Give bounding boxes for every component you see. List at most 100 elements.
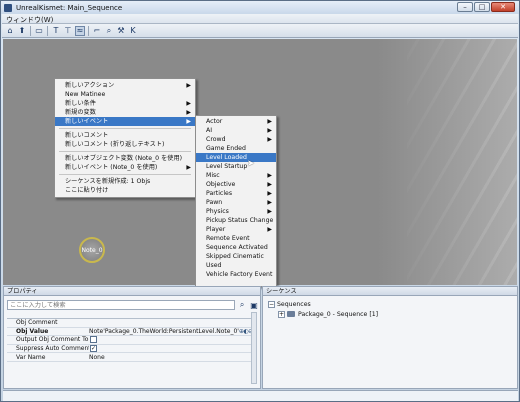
event-item-pickup-status-change[interactable]: Pickup Status Change: [196, 216, 276, 225]
tree-item-package-sequence[interactable]: + Package_0 - Sequence [1]: [278, 309, 378, 319]
search-icon[interactable]: ⌕: [104, 26, 114, 36]
submenu-arrow-icon: ▶: [267, 136, 272, 143]
submenu-arrow-icon: ▶: [186, 100, 191, 107]
submenu-arrow-icon: ▶: [267, 118, 272, 125]
event-item-game-ended[interactable]: Game Ended: [196, 144, 276, 153]
suppress-auto-comment-checkbox[interactable]: ✓: [90, 345, 97, 353]
menu-item-label: Sequence Activated: [206, 244, 268, 251]
event-item-player[interactable]: Player ▶: [196, 225, 276, 234]
menu-item-label: Actor: [206, 118, 223, 125]
menu-item-label: Player: [206, 226, 226, 233]
sequence-tree: − Sequences + Package_0 - Sequence [1]: [268, 299, 378, 319]
event-item-objective[interactable]: Objective ▶: [196, 180, 276, 189]
properties-search-input[interactable]: [7, 300, 236, 310]
submenu-arrow-icon: ▶: [267, 199, 272, 206]
property-value-text: Note'Package_0.TheWorld:PersistentLevel.…: [89, 327, 239, 335]
home-icon[interactable]: ⌂: [5, 26, 15, 36]
k-icon[interactable]: K: [128, 26, 138, 36]
window-controls: – □ ✕: [457, 2, 515, 12]
cursor-icon[interactable]: ⌐: [92, 26, 102, 36]
event-item-physics[interactable]: Physics ▶: [196, 207, 276, 216]
event-item-sequence-activated[interactable]: Sequence Activated: [196, 243, 276, 252]
property-value[interactable]: [89, 336, 253, 344]
context-menu: 新しいアクション ▶ New Matinee 新しい条件 ▶ 新規の変数 ▶ 新しいイ…: [54, 78, 196, 198]
submenu-arrow-icon: ▶: [267, 226, 272, 233]
submenu-arrow-icon: ▶: [267, 208, 272, 215]
toggle-t-icon[interactable]: T: [51, 26, 61, 36]
property-row[interactable]: Output Obj Comment To S: [7, 336, 253, 345]
maximize-button[interactable]: □: [474, 2, 490, 12]
menu-item-label: Remote Event: [206, 235, 250, 242]
menu-item-label: 新しいオブジェクト変数 (Note_0 を使用): [65, 155, 183, 162]
menu-item-new-event-using-note[interactable]: 新しいイベント (Note_0 を使用) ▶: [55, 163, 195, 172]
tree-item-label: Sequences: [277, 300, 311, 308]
event-item-actor[interactable]: Actor ▶: [196, 117, 276, 126]
event-item-remote-event[interactable]: Remote Event: [196, 234, 276, 243]
menu-item-paste-here[interactable]: ここに貼り付け: [55, 186, 195, 195]
menu-item-label: Used: [206, 262, 222, 269]
submenu-arrow-icon: ▶: [186, 82, 191, 89]
note-node[interactable]: Note_0: [79, 237, 105, 263]
property-value[interactable]: Note'Package_0.TheWorld:PersistentLevel.…: [89, 328, 253, 335]
expand-icon[interactable]: +: [278, 310, 285, 318]
menu-item-new-event[interactable]: 新しいイベント ▶: [55, 117, 195, 126]
menu-item-label: Pawn: [206, 199, 223, 206]
property-row[interactable]: Var Name None: [7, 353, 253, 362]
property-value[interactable]: ✓: [89, 345, 253, 353]
menu-item-label: 新しい条件: [65, 100, 96, 107]
parent-sequence-icon[interactable]: ⬆: [17, 26, 27, 36]
menu-item-new-comment-wrapped[interactable]: 新しいコメント (折り返しテキスト): [55, 140, 195, 149]
menu-item-new-action[interactable]: 新しいアクション ▶: [55, 81, 195, 90]
menu-item-new-object-variable[interactable]: 新しいオブジェクト変数 (Note_0 を使用): [55, 154, 195, 163]
event-item-particles[interactable]: Particles ▶: [196, 189, 276, 198]
event-item-ai[interactable]: AI ▶: [196, 126, 276, 135]
event-item-skipped-cinematic[interactable]: Skipped Cinematic: [196, 252, 276, 261]
menu-item-label: New Matinee: [65, 91, 106, 98]
close-button[interactable]: ✕: [491, 2, 515, 12]
submenu-arrow-icon: ▶: [267, 127, 272, 134]
menu-item-label: AI: [206, 127, 213, 134]
property-name: Output Obj Comment To S: [16, 336, 89, 344]
tree-item-label: Package_0 - Sequence [1]: [298, 310, 379, 318]
menu-item-new-condition[interactable]: 新しい条件 ▶: [55, 99, 195, 108]
menu-item-create-sequence[interactable]: シーケンスを新規作成: 1 Objs: [55, 177, 195, 186]
menu-item-new-variable[interactable]: 新規の変数 ▶: [55, 108, 195, 117]
event-item-level-loaded[interactable]: Level Loaded: [196, 153, 276, 162]
submenu-arrow-icon: ▶: [186, 109, 191, 116]
canvas-background-fog: [377, 39, 517, 285]
event-item-pawn[interactable]: Pawn ▶: [196, 198, 276, 207]
menu-item-new-comment[interactable]: 新しいコメント: [55, 131, 195, 140]
app-icon: [4, 3, 12, 12]
menu-item-label: Game Ended: [206, 145, 246, 152]
properties-table: Obj Comment Obj Value Note'Package_0.The…: [7, 318, 253, 362]
event-item-level-startup[interactable]: Level Startup: [196, 162, 276, 171]
output-obj-comment-checkbox[interactable]: [90, 336, 97, 344]
toggle-tf-icon[interactable]: ⊤: [63, 26, 73, 36]
open-icon[interactable]: ▭: [34, 26, 44, 36]
menu-separator: [59, 151, 191, 152]
tools-icon[interactable]: ⚒: [116, 26, 126, 36]
properties-panel: プロパティ ⌕ ▣ Obj Comment Obj Value Note'Pac…: [3, 286, 261, 389]
collapse-icon[interactable]: −: [268, 300, 275, 308]
event-item-crowd[interactable]: Crowd ▶: [196, 135, 276, 144]
menu-separator: [59, 174, 191, 175]
menu-item-label: シーケンスを新規作成: 1 Objs: [65, 178, 151, 185]
property-row[interactable]: Obj Value Note'Package_0.TheWorld:Persis…: [7, 328, 253, 337]
property-name: Obj Comment: [16, 319, 58, 327]
properties-scrollbar[interactable]: [251, 312, 257, 384]
lock-icon[interactable]: ▣: [249, 300, 259, 310]
event-item-vehicle-factory-event[interactable]: Vehicle Factory Event: [196, 270, 276, 279]
tree-item-sequences[interactable]: − Sequences: [268, 299, 378, 309]
property-row[interactable]: Suppress Auto Comment? ✓: [7, 345, 253, 354]
comment-icon[interactable]: ≈: [75, 25, 85, 36]
search-icon[interactable]: ⌕: [237, 300, 247, 310]
property-row[interactable]: Obj Comment: [7, 319, 253, 328]
menu-item-new-matinee[interactable]: New Matinee: [55, 90, 195, 99]
event-item-used[interactable]: Used: [196, 261, 276, 270]
submenu-arrow-icon: ▶: [267, 181, 272, 188]
property-value[interactable]: None: [89, 354, 253, 361]
sequences-panel: シーケンス − Sequences + Package_0 - Sequence…: [262, 286, 518, 389]
property-name: Suppress Auto Comment?: [16, 345, 89, 353]
event-item-misc[interactable]: Misc ▶: [196, 171, 276, 180]
minimize-button[interactable]: –: [457, 2, 473, 12]
